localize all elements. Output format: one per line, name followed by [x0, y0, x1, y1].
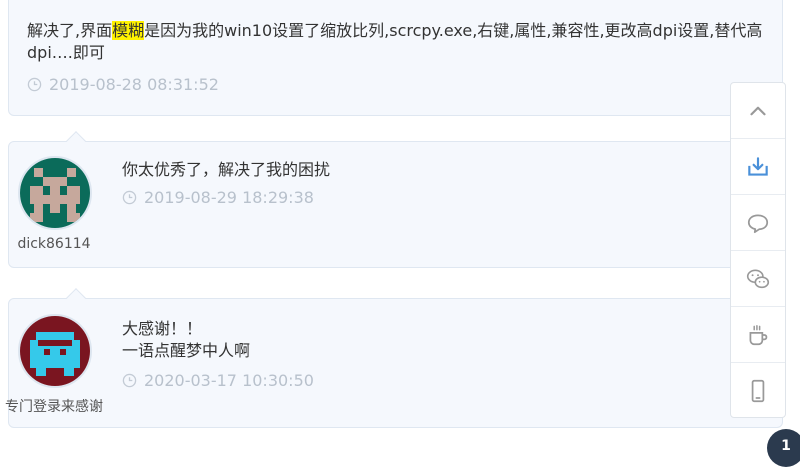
notification-badge[interactable]: 1	[767, 429, 800, 467]
comment-timestamp: 2019-08-29 18:29:38	[122, 188, 314, 207]
download-icon	[748, 156, 768, 176]
mobile-icon	[751, 379, 765, 403]
clock-icon	[122, 373, 137, 388]
comment-button[interactable]	[731, 195, 785, 251]
avatar[interactable]	[18, 156, 92, 230]
wechat-icon	[746, 269, 770, 288]
floating-toolbar	[730, 82, 786, 418]
comment-card: dick86114 你太优秀了，解决了我的困扰 2019-08-29 18:29…	[8, 131, 783, 268]
comment-card: 专门登录来感谢 大感谢！！ 一语点醒梦中人啊 2020-03-17 10:30:…	[5, 288, 783, 428]
clock-icon	[122, 190, 137, 205]
avatar-image	[20, 158, 90, 228]
card-notch	[66, 288, 86, 308]
avatar-image	[20, 316, 90, 386]
comment-username[interactable]: dick86114	[9, 236, 99, 252]
card-notch	[66, 131, 86, 151]
back-to-top-button[interactable]	[731, 83, 785, 139]
donate-coffee-button[interactable]	[731, 307, 785, 363]
timestamp-text: 2019-08-28 08:31:52	[49, 75, 219, 94]
wechat-share-button[interactable]	[731, 251, 785, 307]
comment-icon	[747, 214, 769, 233]
comment-text: 解决了,界面模糊是因为我的win10设置了缩放比列,scrcpy.exe,右键,…	[27, 20, 772, 64]
comment-line: 你太优秀了，解决了我的困扰	[122, 160, 331, 179]
comment-text: 大感谢！！ 一语点醒梦中人啊	[122, 318, 722, 362]
comment-text-part: 解决了,界面	[27, 21, 113, 40]
chevron-up-icon	[750, 106, 766, 115]
comment-line: 一语点醒梦中人啊	[122, 341, 251, 360]
search-highlight: 模糊	[112, 21, 145, 40]
comment-timestamp: 2020-03-17 10:30:50	[122, 371, 314, 390]
timestamp-text: 2019-08-29 18:29:38	[144, 188, 314, 207]
comment-timestamp: 2019-08-28 08:31:52	[27, 75, 219, 94]
comment-text: 你太优秀了，解决了我的困扰	[122, 159, 722, 181]
avatar[interactable]	[18, 314, 92, 388]
clock-icon	[27, 77, 42, 92]
comment-line: 大感谢！！	[122, 319, 203, 338]
mobile-view-button[interactable]	[731, 363, 785, 419]
download-button[interactable]	[731, 139, 785, 195]
comment-username[interactable]: 专门登录来感谢	[0, 396, 119, 416]
coffee-icon	[749, 324, 768, 345]
timestamp-text: 2020-03-17 10:30:50	[144, 371, 314, 390]
comment-card: 解决了,界面模糊是因为我的win10设置了缩放比列,scrcpy.exe,右键,…	[8, 0, 783, 116]
